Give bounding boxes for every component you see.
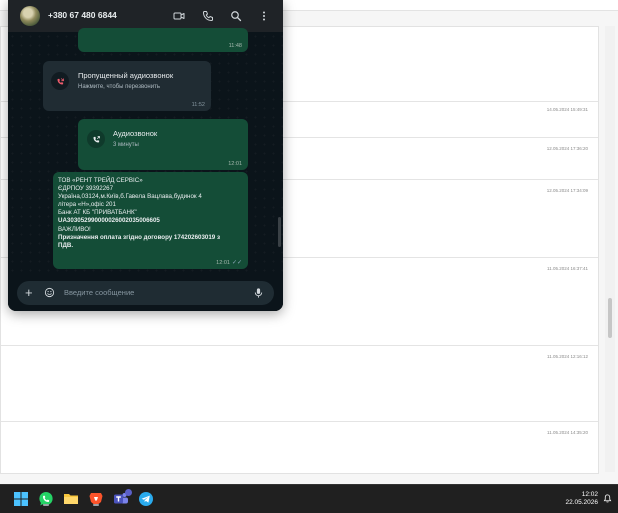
message-line: ПДВ. (58, 241, 74, 249)
list-row-timestamp: 14.05.2024 15:49:31 (546, 107, 588, 112)
missed-call-icon (51, 72, 69, 90)
background-scrollbar[interactable] (605, 26, 615, 472)
message-line: ВАЖЛИВО! (58, 225, 91, 233)
message-composer: + Введите сообщение (8, 276, 283, 311)
message-line: Банк АТ КБ "ПРИВАТБАНК" (58, 209, 137, 217)
whatsapp-icon[interactable] (38, 491, 54, 507)
attach-plus-icon[interactable]: + (25, 286, 33, 299)
telegram-icon[interactable] (138, 491, 154, 507)
missed-call-title: Пропущенный аудиозвонок (78, 71, 174, 80)
system-clock[interactable]: 12:02 22.05.2026 (565, 491, 598, 507)
missed-call-subtitle: Нажмите, чтобы перезвонить (78, 84, 160, 90)
whatsapp-chat-window: +380 67 480 6844 11:48 Пропущенный аудио… (8, 0, 283, 311)
list-row-timestamp: 11.05.2024 14:35:20 (547, 430, 588, 435)
notification-bell-icon[interactable] (603, 494, 612, 503)
search-icon[interactable] (229, 9, 243, 23)
contact-name[interactable]: +380 67 480 6844 (48, 10, 117, 20)
video-call-icon[interactable] (172, 9, 186, 23)
audio-call-bubble[interactable]: Аудиозвонок 3 минуты 12:01 (78, 119, 248, 170)
message-time-wrapper: 12:01 ✓✓ (216, 259, 242, 266)
message-line: ЄДРПОУ 39392267 (58, 185, 114, 193)
read-checkmarks-icon: ✓✓ (231, 260, 242, 266)
notification-badge (125, 489, 132, 496)
composer-bar: + Введите сообщение (17, 281, 274, 305)
list-row[interactable]: 11.05.2024 12:16:12 (1, 345, 598, 359)
menu-dots-icon[interactable] (257, 9, 271, 23)
clock-time: 12:02 (581, 491, 598, 498)
file-explorer-icon[interactable] (63, 491, 79, 507)
list-row-timestamp: 11.05.2024 16:37:41 (547, 266, 588, 271)
chat-scrollbar[interactable] (278, 217, 281, 247)
message-line: Призначення оплата згідно договору 17420… (58, 233, 221, 241)
message-line: літера «Н»,офіс 201 (58, 201, 116, 209)
message-text: ТОВ «РЕНТ ТРЕЙД СЕРВІС» ЄДРПОУ 39392267 … (58, 177, 248, 250)
message-input[interactable]: Введите сообщение (64, 288, 134, 297)
list-row[interactable]: 11.05.2024 14:35:20 (1, 421, 598, 435)
message-line-iban: UA303052990000026002035006605 (58, 217, 160, 225)
app-running-indicator (43, 504, 49, 506)
windows-start-icon[interactable] (13, 491, 29, 507)
audio-call-icon (87, 130, 105, 148)
clock-date: 22.05.2026 (565, 499, 598, 506)
chat-message-area[interactable]: 11:48 Пропущенный аудиозвонок Нажмите, ч… (8, 28, 283, 276)
message-line: Україна,03124,м.Київ,б.Гавела Вацлава,бу… (58, 193, 202, 201)
message-time: 11:48 (228, 43, 242, 49)
audio-call-title: Аудиозвонок (113, 129, 158, 138)
teams-icon[interactable] (113, 489, 132, 507)
phone-icon[interactable] (201, 9, 215, 23)
message-line: ТОВ «РЕНТ ТРЕЙД СЕРВІС» (58, 177, 143, 184)
message-time: 12:01 (216, 260, 230, 266)
list-row-timestamp: 11.05.2024 12:16:12 (547, 354, 588, 359)
audio-call-duration: 3 минуты (113, 142, 139, 148)
app-running-indicator (93, 504, 99, 506)
brave-browser-icon[interactable] (88, 491, 104, 507)
missed-call-bubble[interactable]: Пропущенный аудиозвонок Нажмите, чтобы п… (43, 61, 211, 111)
sticker-emoji-icon[interactable] (44, 287, 55, 298)
windows-taskbar: 12:02 22.05.2026 (0, 484, 618, 513)
background-scrollbar-thumb[interactable] (608, 298, 612, 338)
message-time: 12:01 (228, 161, 242, 167)
message-time: 11:52 (191, 102, 205, 108)
list-row-timestamp: 12.05.2024 17:36:20 (546, 146, 588, 151)
message-bubble-outgoing[interactable]: 11:48 (78, 28, 248, 52)
microphone-icon[interactable] (253, 287, 264, 299)
message-bubble-outgoing-text[interactable]: ТОВ «РЕНТ ТРЕЙД СЕРВІС» ЄДРПОУ 39392267 … (53, 172, 248, 269)
list-row-timestamp: 12.05.2024 17:34:09 (546, 188, 588, 193)
contact-avatar[interactable] (20, 6, 40, 26)
